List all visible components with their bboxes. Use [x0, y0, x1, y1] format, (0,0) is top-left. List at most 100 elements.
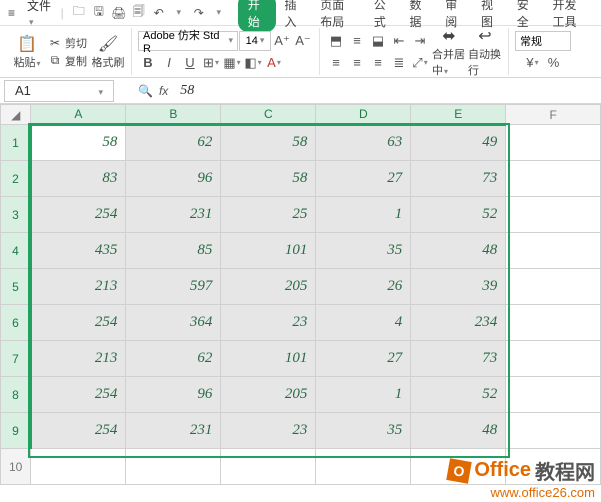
row-header[interactable]: 9 — [1, 413, 31, 449]
decrease-font-icon[interactable]: A⁻ — [293, 31, 313, 51]
align-left-icon[interactable]: ≡ — [326, 53, 346, 73]
orientation-icon[interactable]: ⤢ — [410, 53, 430, 73]
font-color-button[interactable]: A — [264, 53, 284, 73]
increase-indent-icon[interactable]: ⇥ — [410, 31, 430, 51]
cell[interactable]: 63 — [316, 125, 411, 161]
underline-button[interactable]: U — [180, 53, 200, 73]
cell[interactable]: 85 — [126, 233, 221, 269]
cell[interactable]: 4 — [316, 305, 411, 341]
save-icon[interactable]: 🖫 — [90, 4, 108, 22]
cell[interactable]: 213 — [31, 269, 126, 305]
row-header[interactable]: 6 — [1, 305, 31, 341]
cell[interactable] — [506, 305, 601, 341]
name-box[interactable]: A1 — [4, 80, 114, 102]
cell[interactable] — [506, 341, 601, 377]
cell[interactable] — [506, 161, 601, 197]
cell[interactable]: 27 — [316, 161, 411, 197]
file-menu[interactable]: 文件 — [21, 0, 59, 30]
cell-style-button[interactable]: ▦ — [222, 53, 242, 73]
name-box-dropdown-icon[interactable] — [98, 83, 103, 98]
cell[interactable]: 597 — [126, 269, 221, 305]
cell[interactable]: 96 — [126, 161, 221, 197]
cell[interactable]: 101 — [221, 341, 316, 377]
cell[interactable]: 83 — [31, 161, 126, 197]
select-all-corner[interactable]: ◢ — [1, 105, 31, 125]
cell[interactable]: 1 — [316, 197, 411, 233]
col-header[interactable]: D — [316, 105, 411, 125]
currency-icon[interactable]: ¥ — [523, 53, 543, 73]
row-header[interactable]: 5 — [1, 269, 31, 305]
row-header[interactable]: 1 — [1, 125, 31, 161]
cell[interactable] — [316, 449, 411, 485]
cell[interactable] — [506, 197, 601, 233]
cell[interactable]: 213 — [31, 341, 126, 377]
cell[interactable]: 1 — [316, 377, 411, 413]
redo-dropdown-icon[interactable]: ▾ — [210, 4, 228, 22]
redo-icon[interactable]: ↷ — [190, 4, 208, 22]
zoom-icon[interactable]: 🔍 — [138, 84, 153, 98]
cell[interactable]: 58 — [31, 125, 126, 161]
row-header[interactable]: 7 — [1, 341, 31, 377]
cell[interactable] — [506, 269, 601, 305]
col-header[interactable]: B — [126, 105, 221, 125]
cell[interactable]: 58 — [221, 161, 316, 197]
folder-icon[interactable]: 🗀 — [70, 4, 88, 22]
font-size-select[interactable]: 14▾ — [239, 31, 271, 51]
wrap-text-button[interactable]: ↩ 自动换行 — [468, 26, 502, 78]
cell[interactable]: 48 — [411, 413, 506, 449]
cell[interactable]: 52 — [411, 377, 506, 413]
cell[interactable]: 234 — [411, 305, 506, 341]
cell[interactable]: 35 — [316, 233, 411, 269]
cell[interactable]: 35 — [316, 413, 411, 449]
align-top-icon[interactable]: ⬒ — [326, 31, 346, 51]
hamburger-icon[interactable]: ≡ — [4, 4, 19, 22]
cell[interactable]: 254 — [31, 413, 126, 449]
row-header[interactable]: 8 — [1, 377, 31, 413]
cell[interactable]: 25 — [221, 197, 316, 233]
col-header[interactable]: F — [506, 105, 601, 125]
merge-center-button[interactable]: ⬌ 合并居中 — [432, 26, 466, 78]
cell[interactable] — [31, 449, 126, 485]
cell[interactable] — [506, 377, 601, 413]
preview-icon[interactable]: 🗐 — [130, 4, 148, 22]
cell[interactable]: 254 — [31, 377, 126, 413]
font-name-select[interactable]: Adobe 仿宋 Std R▾ — [138, 31, 238, 51]
italic-button[interactable]: I — [159, 53, 179, 73]
paste-button[interactable]: 📋 粘贴 — [10, 34, 44, 70]
cell[interactable]: 254 — [31, 305, 126, 341]
fx-icon[interactable]: fx — [159, 84, 168, 98]
fill-color-button[interactable]: ◧ — [243, 53, 263, 73]
cell[interactable] — [506, 125, 601, 161]
print-icon[interactable]: 🖨 — [110, 4, 128, 22]
format-painter-button[interactable]: 🖌 格式刷 — [91, 34, 125, 70]
cell[interactable]: 205 — [221, 269, 316, 305]
row-header[interactable]: 2 — [1, 161, 31, 197]
increase-font-icon[interactable]: A⁺ — [272, 31, 292, 51]
formula-input[interactable] — [174, 83, 474, 99]
number-format-select[interactable]: 常规 — [515, 31, 571, 51]
row-header[interactable]: 3 — [1, 197, 31, 233]
cell[interactable]: 101 — [221, 233, 316, 269]
cell[interactable]: 205 — [221, 377, 316, 413]
cell[interactable]: 62 — [126, 125, 221, 161]
col-header[interactable]: E — [411, 105, 506, 125]
cell[interactable]: 62 — [126, 341, 221, 377]
cell[interactable] — [506, 233, 601, 269]
sheet-table[interactable]: ◢ABCDEF158625863492839658277332542312515… — [0, 104, 601, 485]
cell[interactable]: 73 — [411, 161, 506, 197]
cell[interactable]: 48 — [411, 233, 506, 269]
borders-button[interactable]: ⊞ — [201, 53, 221, 73]
cut-button[interactable]: ✂剪切 — [46, 35, 89, 51]
cell[interactable]: 27 — [316, 341, 411, 377]
cell[interactable]: 23 — [221, 305, 316, 341]
cell[interactable]: 231 — [126, 413, 221, 449]
cell[interactable]: 49 — [411, 125, 506, 161]
row-header[interactable]: 10 — [1, 449, 31, 485]
cell[interactable]: 26 — [316, 269, 411, 305]
row-header[interactable]: 4 — [1, 233, 31, 269]
cell[interactable]: 73 — [411, 341, 506, 377]
decrease-indent-icon[interactable]: ⇤ — [389, 31, 409, 51]
tab-home[interactable]: 开始 — [238, 0, 276, 32]
bold-button[interactable]: B — [138, 53, 158, 73]
cell[interactable] — [221, 449, 316, 485]
